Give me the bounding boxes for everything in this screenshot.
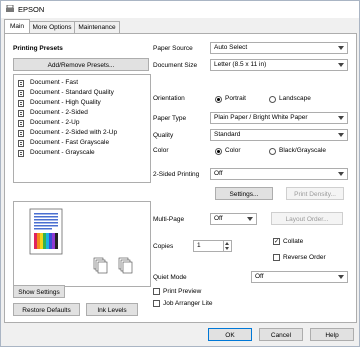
two-sided-printing-select[interactable]: Off — [210, 168, 348, 180]
multi-page-label: Multi-Page — [153, 216, 185, 223]
print-preview-label: Print Preview — [163, 288, 202, 295]
page-preview-graphic — [29, 208, 133, 274]
landscape-label: Landscape — [279, 95, 311, 102]
help-button[interactable]: Help — [310, 328, 354, 341]
copies-stepper[interactable]: 1 — [193, 240, 232, 252]
chevron-up-icon[interactable] — [225, 242, 229, 245]
printer-icon — [6, 5, 14, 12]
print-density-button[interactable]: Print Density... — [286, 187, 344, 200]
chevron-down-icon — [338, 116, 344, 120]
color-label: Color — [153, 147, 169, 154]
quality-label: Quality — [153, 132, 174, 139]
two-sided-settings-button[interactable]: Settings... — [215, 187, 273, 200]
document-icon — [18, 80, 24, 87]
paper-type-label: Paper Type — [153, 115, 187, 122]
document-icon — [18, 110, 24, 117]
reverse-order-label: Reverse Order — [283, 254, 326, 261]
tab-main[interactable]: Main — [4, 19, 30, 34]
document-icon — [18, 130, 24, 137]
document-icon — [18, 100, 24, 107]
collate-label: Collate — [283, 238, 304, 245]
black-grayscale-radio[interactable] — [269, 148, 276, 155]
paper-source-label: Paper Source — [153, 45, 193, 52]
add-remove-presets-button[interactable]: Add/Remove Presets... — [13, 58, 149, 71]
ok-button[interactable]: OK — [208, 328, 252, 341]
collate-checkbox[interactable]: ✓ — [273, 238, 280, 245]
print-preview-area — [13, 201, 151, 287]
stacked-pages-icon — [93, 257, 108, 274]
color-radio[interactable] — [215, 148, 222, 155]
presets-list[interactable]: Document - Fast Document - Standard Qual… — [13, 74, 151, 183]
cancel-button[interactable]: Cancel — [259, 328, 303, 341]
printer-dialog: EPSON Main More Options Maintenance Prin… — [0, 0, 360, 347]
landscape-radio[interactable] — [269, 96, 276, 103]
tab-maintenance[interactable]: Maintenance — [74, 21, 120, 33]
document-icon — [18, 90, 24, 97]
chevron-down-icon — [247, 217, 253, 221]
restore-defaults-button[interactable]: Restore Defaults — [13, 303, 80, 316]
chevron-down-icon — [338, 172, 344, 176]
printing-presets-heading: Printing Presets — [13, 45, 63, 52]
job-arranger-label: Job Arranger Lite — [163, 300, 213, 307]
quality-select[interactable]: Standard — [210, 129, 348, 141]
chevron-down-icon — [338, 46, 344, 50]
window-title: EPSON — [18, 5, 45, 14]
document-icon — [18, 120, 24, 127]
orientation-label: Orientation — [153, 95, 185, 102]
color-option-label: Color — [225, 147, 241, 154]
layout-order-button[interactable]: Layout Order... — [271, 212, 343, 225]
reverse-order-checkbox[interactable] — [273, 254, 280, 261]
copies-label: Copies — [153, 243, 174, 250]
multi-page-select[interactable]: Off — [210, 213, 257, 225]
ink-levels-button[interactable]: Ink Levels — [86, 303, 138, 316]
document-size-label: Document Size — [153, 62, 198, 69]
job-arranger-checkbox[interactable] — [153, 300, 160, 307]
title-bar: EPSON — [1, 1, 359, 18]
black-grayscale-label: Black/Grayscale — [279, 147, 326, 154]
portrait-label: Portrait — [225, 95, 246, 102]
chevron-down-icon — [338, 63, 344, 67]
chevron-down-icon — [338, 133, 344, 137]
main-panel: Printing Presets Add/Remove Presets... D… — [4, 33, 357, 323]
quiet-mode-select[interactable]: Off — [251, 271, 348, 283]
document-icon — [18, 140, 24, 147]
chevron-down-icon — [338, 275, 344, 279]
document-icon — [18, 150, 24, 157]
tab-more-options[interactable]: More Options — [29, 21, 75, 33]
page-thumbnail-icon — [29, 208, 63, 255]
print-preview-checkbox[interactable] — [153, 288, 160, 295]
chevron-down-icon[interactable] — [225, 247, 229, 250]
document-size-select[interactable]: Letter (8.5 x 11 in) — [210, 59, 348, 71]
portrait-radio[interactable] — [215, 96, 222, 103]
show-settings-button[interactable]: Show Settings — [13, 285, 65, 298]
stepper-arrows[interactable] — [223, 241, 231, 251]
quiet-mode-label: Quiet Mode — [153, 274, 187, 281]
two-sided-printing-label: 2-Sided Printing — [153, 171, 200, 178]
stacked-pages-icon — [118, 257, 133, 274]
paper-type-select[interactable]: Plain Paper / Bright White Paper — [210, 112, 348, 124]
paper-source-select[interactable]: Auto Select — [210, 42, 348, 54]
